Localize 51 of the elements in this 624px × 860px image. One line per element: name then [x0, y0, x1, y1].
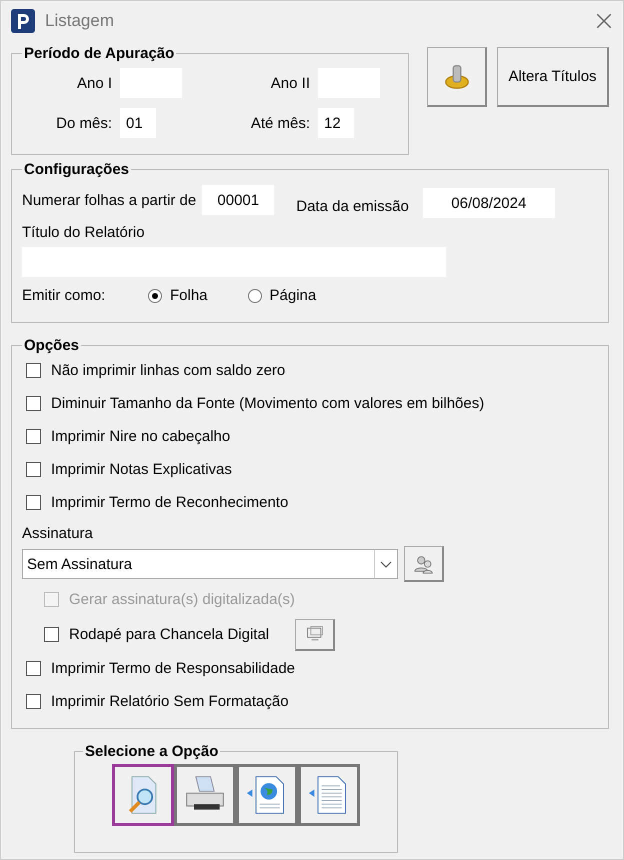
text-button[interactable] — [298, 764, 360, 826]
checkbox-label: Imprimir Relatório Sem Formatação — [51, 693, 289, 710]
field-label: Ano I — [76, 74, 112, 92]
people-button[interactable] — [404, 546, 444, 582]
checkbox[interactable] — [44, 627, 59, 642]
checkbox-label: Não imprimir linhas com saldo zero — [51, 362, 286, 379]
monitor-button[interactable] — [295, 618, 336, 650]
checkbox-label: Gerar assinatura(s) digitalizada(s) — [69, 591, 295, 608]
field-label: Ano II — [270, 74, 310, 92]
field-label: Emitir como: — [22, 287, 106, 304]
group-title: Período de Apuração — [23, 45, 176, 62]
checkbox-label: Imprimir Nire no cabeçalho — [51, 428, 230, 445]
field-label: Até mês: — [250, 114, 310, 132]
field-label: Título do Relatório — [22, 224, 146, 241]
date-field[interactable]: 06/08/2024 — [422, 188, 555, 218]
print-button[interactable] — [174, 764, 236, 826]
radio-label: Folha — [170, 287, 208, 304]
checkbox[interactable] — [26, 429, 41, 444]
close-icon[interactable] — [595, 12, 613, 30]
checkbox-label: Imprimir Notas Explicativas — [51, 461, 232, 478]
checkbox-label: Diminuir Tamanho da Fonte (Movimento com valores em bilhões) — [51, 395, 484, 412]
checkbox[interactable] — [26, 495, 41, 510]
signature-dropdown[interactable]: Sem Assinatura — [22, 549, 398, 579]
input-field[interactable]: 12 — [318, 108, 354, 138]
field-label: Numerar folhas a partir de — [22, 192, 196, 208]
radio-label: Página — [270, 287, 316, 304]
web-button[interactable] — [236, 764, 298, 826]
input-field[interactable]: 01 — [120, 108, 156, 138]
radio-button[interactable] — [248, 288, 262, 302]
input-field[interactable]: 00001 — [202, 185, 274, 215]
settings-button[interactable] — [427, 47, 487, 107]
checkbox-label: Rodapé para Chancela Digital — [69, 626, 270, 643]
checkbox[interactable] — [26, 661, 41, 676]
field-label: Do mês: — [55, 114, 112, 132]
preview-button[interactable] — [112, 764, 174, 826]
checkbox[interactable] — [26, 694, 41, 709]
field-label: Assinatura — [22, 525, 94, 542]
window-title: Listagem — [45, 11, 115, 31]
group-title: Opções — [23, 337, 80, 354]
dropdown-value: Sem Assinatura — [27, 556, 132, 572]
radio-button[interactable] — [148, 288, 162, 302]
group-title: Selecione a Opção — [84, 743, 220, 760]
field-label: Data da emissão — [296, 198, 409, 214]
checkbox[interactable] — [26, 363, 41, 378]
checkbox-label: Imprimir Termo de Reconhecimento — [51, 494, 288, 511]
altera-titulos-button[interactable]: Altera Títulos — [497, 47, 609, 107]
app-logo-icon — [11, 9, 35, 33]
checkbox[interactable] — [26, 396, 41, 411]
checkbox[interactable] — [26, 462, 41, 477]
checkbox-label: Imprimir Termo de Responsabilidade — [51, 660, 295, 677]
group-title: Configurações — [23, 161, 130, 178]
